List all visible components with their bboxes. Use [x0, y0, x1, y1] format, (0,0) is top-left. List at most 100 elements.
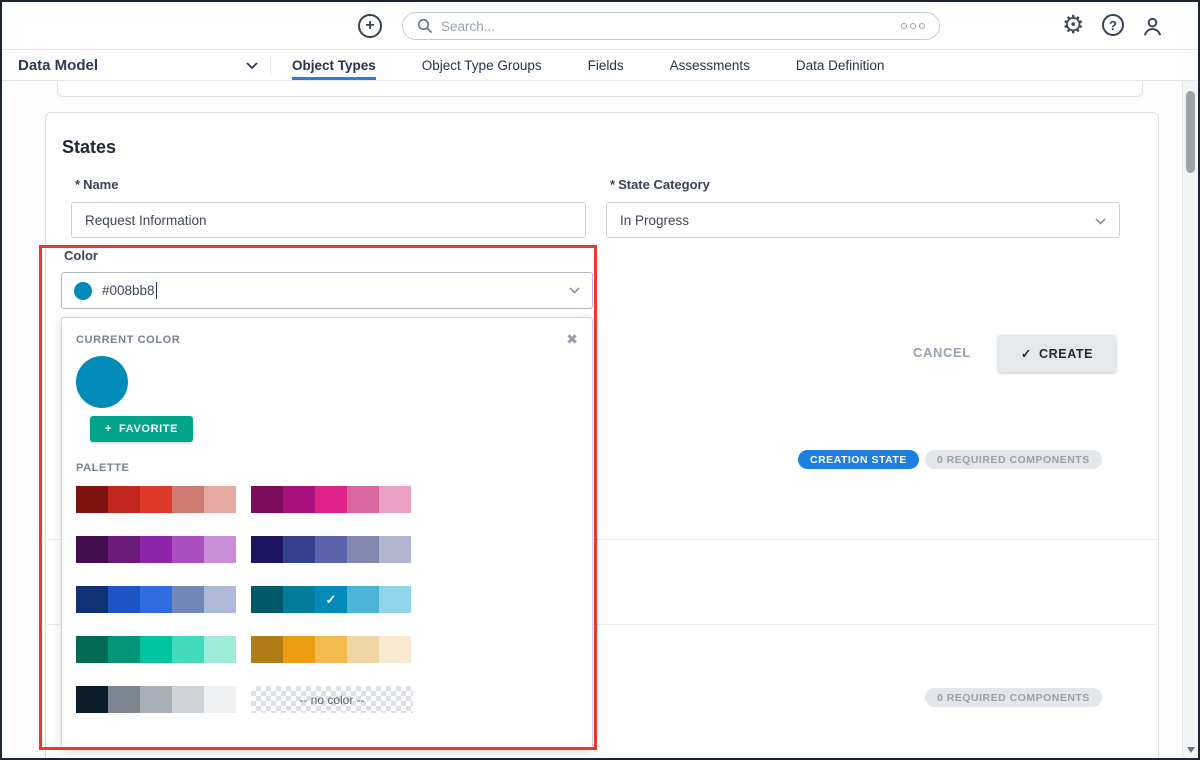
current-color-circle — [76, 356, 128, 408]
color-value: #008bb8 — [102, 283, 155, 298]
palette-swatch[interactable] — [379, 586, 411, 613]
palette-swatch[interactable] — [347, 636, 379, 663]
palette-swatch[interactable] — [108, 486, 140, 513]
user-avatar-icon[interactable] — [1140, 14, 1164, 38]
palette-swatch[interactable] — [347, 536, 379, 563]
palette-swatch[interactable] — [108, 686, 140, 713]
palette-swatch[interactable] — [347, 486, 379, 513]
color-label: Color — [64, 248, 98, 263]
no-color-swatch[interactable]: -- no color -- — [251, 686, 413, 713]
state-category-select[interactable]: In Progress — [606, 202, 1120, 238]
chevron-down-icon[interactable] — [569, 287, 580, 294]
palette-swatch[interactable] — [76, 636, 108, 663]
palette-label: PALETTE — [76, 462, 130, 474]
palette-swatch[interactable] — [76, 486, 108, 513]
palette-swatch[interactable] — [204, 486, 236, 513]
tab-data-definition[interactable]: Data Definition — [796, 50, 885, 80]
top-bar: + Search... ⚙ ? — [2, 2, 1198, 50]
search-options-icon[interactable] — [901, 23, 925, 29]
palette-swatch[interactable] — [140, 686, 172, 713]
palette-swatch[interactable] — [315, 486, 347, 513]
palette-swatch[interactable] — [140, 536, 172, 563]
palette-swatch[interactable] — [108, 586, 140, 613]
palette-swatch[interactable] — [172, 636, 204, 663]
palette-swatch[interactable] — [204, 636, 236, 663]
scrollbar-thumb[interactable] — [1186, 91, 1195, 173]
palette-swatch-selected[interactable]: ✓ — [315, 586, 347, 613]
state-badges-row: CREATION STATE 0 REQUIRED COMPONENTS — [798, 450, 1102, 469]
palette-swatch[interactable] — [204, 586, 236, 613]
nav-tabs: Object Types Object Type Groups Fields Asse… — [292, 50, 884, 80]
settings-gear-icon[interactable]: ⚙ — [1062, 10, 1084, 40]
palette-swatch[interactable] — [172, 686, 204, 713]
palette-swatch[interactable] — [379, 636, 411, 663]
palette-swatch[interactable] — [315, 536, 347, 563]
palette-swatch[interactable] — [108, 636, 140, 663]
required-components-badge: 0 REQUIRED COMPONENTS — [925, 688, 1102, 707]
tab-fields[interactable]: Fields — [588, 50, 624, 80]
color-combobox[interactable]: #008bb8 — [61, 272, 593, 309]
creation-state-badge: CREATION STATE — [798, 450, 919, 469]
section-title: States — [62, 137, 117, 157]
palette-swatch[interactable] — [251, 536, 283, 563]
check-icon: ✓ — [1020, 347, 1032, 361]
module-label: Data Model — [18, 56, 99, 74]
palette-swatch[interactable] — [251, 586, 283, 613]
close-icon[interactable]: ✖ — [566, 332, 578, 346]
chevron-down-icon — [1095, 213, 1106, 228]
plus-icon: + — [105, 423, 113, 435]
name-label: * Name — [75, 177, 119, 192]
palette-swatch[interactable] — [204, 536, 236, 563]
name-input[interactable] — [71, 202, 586, 238]
palette-swatch[interactable] — [140, 486, 172, 513]
palette-swatch[interactable] — [76, 686, 108, 713]
module-selector[interactable]: Data Model — [18, 50, 264, 80]
create-button-label: CREATE — [1039, 346, 1094, 361]
help-icon[interactable]: ? — [1102, 14, 1124, 36]
add-button[interactable]: + — [358, 14, 382, 38]
search-placeholder: Search... — [441, 18, 496, 34]
required-components-badge: 0 REQUIRED COMPONENTS — [924, 450, 1102, 469]
palette-swatch[interactable] — [379, 486, 411, 513]
palette-swatch[interactable] — [140, 636, 172, 663]
palette-swatch[interactable] — [315, 636, 347, 663]
palette-swatch[interactable] — [108, 536, 140, 563]
search-icon — [417, 18, 433, 34]
current-color-label: CURRENT COLOR — [76, 334, 181, 346]
search-input[interactable]: Search... — [402, 12, 940, 40]
palette-swatch[interactable] — [283, 536, 315, 563]
plus-icon: + — [365, 17, 375, 34]
vertical-scrollbar[interactable] — [1182, 81, 1198, 758]
palette-swatch[interactable] — [283, 636, 315, 663]
content-area: States *Name *State Category In Progress… — [2, 73, 1182, 758]
tab-assessments[interactable]: Assessments — [670, 50, 750, 80]
favorite-button[interactable]: + FAVORITE — [90, 416, 194, 442]
scroll-down-arrow[interactable] — [1187, 747, 1195, 753]
required-marker: * — [610, 177, 616, 192]
cancel-button[interactable]: CANCEL — [913, 345, 971, 360]
color-picker-panel: CURRENT COLOR ✖ + FAVORITE PALETTE ✓ -- n… — [61, 317, 593, 749]
palette-swatch[interactable] — [204, 686, 236, 713]
palette-swatch[interactable] — [172, 586, 204, 613]
palette-swatch[interactable] — [251, 486, 283, 513]
create-button[interactable]: ✓ CREATE — [998, 335, 1116, 372]
palette-swatch[interactable] — [251, 636, 283, 663]
palette-swatch[interactable] — [172, 486, 204, 513]
palette-swatch[interactable] — [283, 486, 315, 513]
tab-object-types[interactable]: Object Types — [292, 50, 376, 80]
color-swatch-preview — [74, 281, 92, 300]
palette-swatch[interactable] — [76, 536, 108, 563]
palette-swatch[interactable] — [140, 586, 172, 613]
palette-swatch[interactable] — [347, 586, 379, 613]
color-palette: ✓ -- no color -- — [76, 486, 578, 713]
palette-swatch[interactable] — [172, 536, 204, 563]
palette-swatch[interactable] — [283, 586, 315, 613]
tab-object-type-groups[interactable]: Object Type Groups — [422, 50, 542, 80]
text-cursor — [155, 282, 157, 299]
app-window: + Search... ⚙ ? Data Model Object Types … — [0, 0, 1200, 760]
palette-swatch[interactable] — [379, 536, 411, 563]
palette-swatch[interactable] — [76, 586, 108, 613]
states-card: States *Name *State Category In Progress… — [45, 112, 1159, 758]
state-badges-row: 0 REQUIRED COMPONENTS — [925, 688, 1102, 707]
state-category-value: In Progress — [620, 212, 690, 228]
